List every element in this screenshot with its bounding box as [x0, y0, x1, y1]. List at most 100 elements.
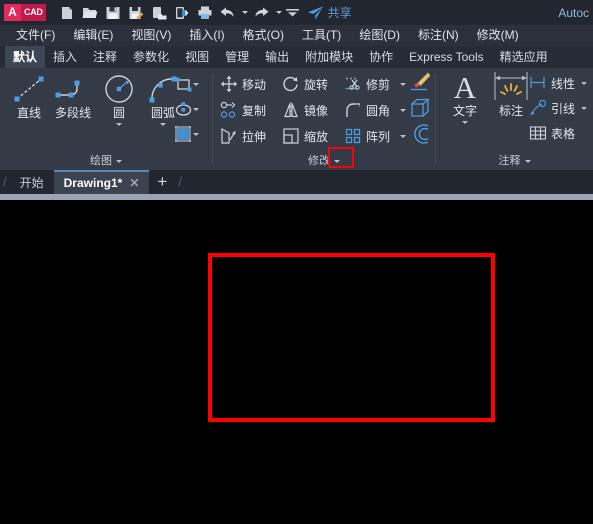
- fillet-label: 圆角: [366, 103, 391, 118]
- redo-icon[interactable]: [251, 2, 273, 24]
- linear-dim-label: 线性: [551, 76, 576, 91]
- doc-tab-drawing1[interactable]: Drawing1* ✕: [53, 170, 150, 194]
- menu-item-edit[interactable]: 编辑(E): [64, 25, 122, 46]
- circle-button[interactable]: 圆: [96, 72, 142, 126]
- drawing-canvas[interactable]: [0, 200, 593, 524]
- draw-panel-title: 绘图: [0, 152, 212, 168]
- linear-dim-dropdown-icon[interactable]: [579, 72, 588, 94]
- cad-badge: CAD: [21, 4, 46, 21]
- ribbon-tab-collaborate[interactable]: 协作: [361, 46, 401, 68]
- table-button[interactable]: 表格: [528, 122, 575, 144]
- annotate-panel: A 文字 标注 线性 引线 表格 注释: [436, 68, 593, 170]
- cube-button[interactable]: [409, 97, 431, 119]
- new-file-icon[interactable]: [56, 2, 78, 24]
- mirror-button[interactable]: 镜像: [281, 99, 328, 121]
- ellipse-dropdown-icon[interactable]: [191, 98, 200, 120]
- leader-dropdown-icon[interactable]: [579, 97, 588, 119]
- annotate-panel-expand-icon[interactable]: [524, 154, 531, 166]
- leader-icon: [528, 98, 548, 118]
- ribbon-tab-annotate[interactable]: 注释: [85, 46, 125, 68]
- move-label: 移动: [242, 77, 267, 92]
- line-icon: [6, 72, 52, 106]
- undo-icon[interactable]: [217, 2, 239, 24]
- trim-button[interactable]: 修剪: [343, 73, 390, 95]
- copy-button[interactable]: 复制: [219, 99, 266, 121]
- ribbon-tab-view[interactable]: 视图: [177, 46, 217, 68]
- menu-item-view[interactable]: 视图(V): [122, 25, 180, 46]
- text-label: 文字: [452, 104, 477, 118]
- ribbon-tab-addins[interactable]: 附加模块: [297, 46, 361, 68]
- doc-tab-start[interactable]: 开始: [10, 170, 54, 194]
- ribbon-tab-parametric[interactable]: 参数化: [125, 46, 177, 68]
- close-icon[interactable]: ✕: [129, 176, 139, 190]
- table-icon: [528, 123, 548, 143]
- ribbon-tab-manage[interactable]: 管理: [217, 46, 257, 68]
- undo-dropdown-icon[interactable]: [240, 2, 250, 24]
- ribbon-tab-output[interactable]: 输出: [257, 46, 297, 68]
- tab-slash-left: /: [3, 174, 7, 189]
- line-label: 直线: [16, 106, 41, 120]
- polyline-button[interactable]: 多段线: [50, 72, 96, 121]
- move-button[interactable]: 移动: [219, 73, 266, 95]
- offset-button[interactable]: [409, 123, 431, 145]
- mirror-icon: [281, 100, 301, 120]
- ribbon-tab-featured-apps[interactable]: 精选应用: [492, 46, 556, 68]
- canvas-rectangle[interactable]: [208, 253, 495, 422]
- save-as-icon[interactable]: [125, 2, 147, 24]
- menu-item-format[interactable]: 格式(O): [234, 25, 293, 46]
- modify-panel-title: 修改: [213, 152, 435, 168]
- export-icon[interactable]: [148, 2, 170, 24]
- rotate-button[interactable]: 旋转: [281, 73, 328, 95]
- draw-panel-title-label: 绘图: [90, 155, 112, 167]
- rectangle-dropdown-icon[interactable]: [191, 73, 200, 95]
- text-dropdown-icon[interactable]: [442, 121, 488, 124]
- new-document-tab-button[interactable]: +: [149, 170, 175, 194]
- print-icon[interactable]: [194, 2, 216, 24]
- menu-item-tools[interactable]: 工具(T): [293, 25, 350, 46]
- polyline-icon: [50, 72, 96, 106]
- table-label: 表格: [551, 126, 576, 141]
- array-button[interactable]: 阵列: [343, 125, 390, 147]
- linear-dim-button[interactable]: 线性: [528, 72, 575, 94]
- open-folder-icon[interactable]: [79, 2, 101, 24]
- match-properties-button[interactable]: [409, 71, 431, 93]
- quick-access-toolbar: [56, 2, 301, 24]
- ribbon-tab-default[interactable]: 默认: [5, 46, 46, 68]
- menu-item-draw[interactable]: 绘图(D): [350, 25, 409, 46]
- rotate-label: 旋转: [304, 77, 329, 92]
- ribbon-tab-bar: 默认 插入 注释 参数化 视图 管理 输出 附加模块 协作 Express To…: [0, 46, 593, 68]
- modify-panel-title-label: 修改: [308, 155, 330, 167]
- menu-item-insert[interactable]: 插入(I): [180, 25, 233, 46]
- ribbon-tab-express-tools[interactable]: Express Tools: [401, 46, 491, 68]
- ribbon: 直线 多段线 圆 圆弧 绘图 移动 旋转 修剪 复制 镜像 圆角 拉伸 缩放 阵…: [0, 68, 593, 170]
- menu-item-dimension[interactable]: 标注(N): [409, 25, 468, 46]
- app-logo: A CAD: [4, 4, 46, 21]
- fillet-button[interactable]: 圆角: [343, 99, 390, 121]
- ribbon-tab-insert[interactable]: 插入: [45, 46, 85, 68]
- menu-bar: 文件(F) 编辑(E) 视图(V) 插入(I) 格式(O) 工具(T) 绘图(D…: [0, 25, 593, 46]
- share-button[interactable]: 共享: [307, 4, 352, 21]
- circle-dropdown-icon[interactable]: [96, 123, 142, 126]
- cloud-open-icon[interactable]: [171, 2, 193, 24]
- circle-icon: [96, 72, 142, 106]
- trim-dropdown-icon[interactable]: [398, 73, 407, 95]
- leader-button[interactable]: 引线: [528, 97, 575, 119]
- trim-icon: [343, 74, 363, 94]
- stretch-button[interactable]: 拉伸: [219, 125, 266, 147]
- hatch-dropdown-icon[interactable]: [191, 123, 200, 145]
- cube-icon: [411, 98, 430, 117]
- redo-dropdown-icon[interactable]: [274, 2, 284, 24]
- line-button[interactable]: 直线: [6, 72, 52, 121]
- array-dropdown-icon[interactable]: [398, 125, 407, 147]
- share-icon: [307, 6, 323, 19]
- scale-button[interactable]: 缩放: [281, 125, 328, 147]
- annotate-panel-title-label: 注释: [498, 155, 521, 167]
- text-button[interactable]: A 文字: [442, 70, 488, 124]
- menu-item-file[interactable]: 文件(F): [7, 25, 64, 46]
- draw-panel-expand-icon[interactable]: [116, 154, 122, 166]
- menu-item-modify[interactable]: 修改(M): [468, 25, 528, 46]
- customize-qat-icon[interactable]: [285, 2, 301, 24]
- save-icon[interactable]: [102, 2, 124, 24]
- fillet-dropdown-icon[interactable]: [398, 99, 407, 121]
- modify-panel-expand-icon[interactable]: [334, 154, 340, 166]
